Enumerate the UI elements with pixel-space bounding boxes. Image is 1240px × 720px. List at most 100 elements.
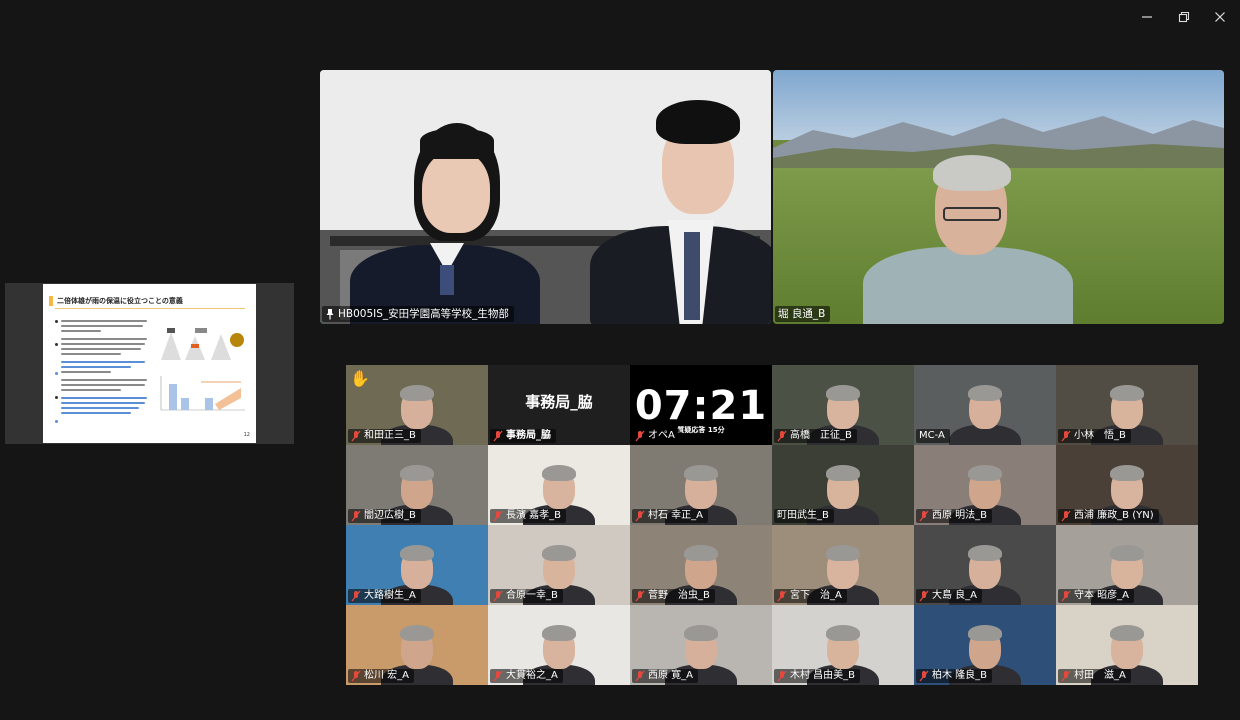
participant-tile[interactable]: 木村 昌由美_B [772,605,914,685]
bullet-dot [55,372,58,375]
participant-name-label: 宮下 治_A [774,589,847,603]
bullet-dot [55,343,58,346]
participant-name-label: 西原 寛_A [632,669,699,683]
participant-name-label: 大路樹生_A [348,589,421,603]
mic-muted-icon [777,590,787,602]
speaker-name-label: HB005IS_安田学園高等学校_生物部 [322,306,514,322]
participant-name-label: 松川 宏_A [348,669,415,683]
speaker-name: HB005IS_安田学園高等学校_生物部 [338,308,509,320]
participant-name-label: オペA [632,429,680,443]
mic-muted-icon [919,670,929,682]
video-tile-second-speaker[interactable]: 堀 良通_B [773,70,1224,324]
slide-page-number: 12 [243,432,250,438]
participant-name-label: 柏木 隆良_B [916,669,993,683]
participant-name: 守本 昭彦_A [1074,590,1130,601]
raised-hand-icon: ✋ [350,369,370,388]
participant-tile[interactable]: 守本 昭彦_A [1056,525,1198,605]
participant-tile[interactable]: 町田武生_B [772,445,914,525]
participant-name-label: 村田 滋_A [1058,669,1131,683]
minimize-button[interactable] [1135,6,1159,28]
participant-name: 高橋 正征_B [790,430,852,441]
bullet-dot [55,420,58,423]
participant-tile[interactable]: 宮下 治_A [772,525,914,605]
participant-tile[interactable]: 西原 寛_A [630,605,772,685]
close-icon [1215,12,1225,22]
participant-name: 長濱 嘉孝_B [506,510,562,521]
mic-muted-icon [635,510,645,522]
participant-name-label: 大貫裕之_A [490,669,563,683]
participant-name-label: 大島 良_A [916,589,983,603]
mic-muted-icon [1061,430,1071,442]
participant-name-label: 事務局_脇 [490,429,556,443]
mic-muted-icon [919,590,929,602]
participant-tile[interactable]: 高橋 正征_B [772,365,914,445]
participant-name-label: 西原 明法_B [916,509,993,523]
participant-name: 小林 悟_B [1074,430,1126,441]
participant-name-label: 守本 昭彦_A [1058,589,1135,603]
mic-muted-icon [493,430,503,442]
pin-icon [326,309,334,320]
participant-tile[interactable]: ✋ 和田正三_B [346,365,488,445]
mic-muted-icon [635,590,645,602]
participant-tile[interactable]: 合原一幸_B [488,525,630,605]
participant-name-label: 和田正三_B [348,429,421,443]
participant-name: 闇辺広樹_B [364,510,416,521]
participant-name-label: 闇辺広樹_B [348,509,421,523]
participant-name: 菅野 治虫_B [648,590,710,601]
close-button[interactable] [1208,6,1232,28]
participant-name-label: 長濱 嘉孝_B [490,509,567,523]
participant-name: 大島 良_A [932,590,978,601]
timer-display: 07:21 [634,383,768,429]
speaker-name-label: 堀 良通_B [775,306,831,322]
participant-tile[interactable]: 大貫裕之_A [488,605,630,685]
participant-tile[interactable]: 事務局_脇 事務局_脇 [488,365,630,445]
bullet-dot [55,320,58,323]
participant-name-label: 高橋 正征_B [774,429,857,443]
mic-muted-icon [1061,670,1071,682]
participant-name: 合原一幸_B [506,590,558,601]
restore-button[interactable] [1172,6,1196,28]
participant-name: 西原 明法_B [932,510,988,521]
participant-name-label: 合原一幸_B [490,589,563,603]
participant-tile[interactable]: 松川 宏_A [346,605,488,685]
participant-name-label: MC-A [916,429,950,443]
shared-screen-thumbnail[interactable]: 二倍体雄が雨の保温に役立つことの意義 12 [5,283,294,444]
participant-tile[interactable]: 村石 幸正_A [630,445,772,525]
participant-name-label: 菅野 治虫_B [632,589,715,603]
video-tile-active-speaker[interactable]: HB005IS_安田学園高等学校_生物部 [320,70,771,324]
participant-tile[interactable]: 小林 悟_B [1056,365,1198,445]
participant-tile[interactable]: 村田 滋_A [1056,605,1198,685]
participant-tile[interactable]: 西浦 廉政_B (YN) [1056,445,1198,525]
slide-bullets [55,320,151,423]
slide-divider [55,308,245,309]
participant-name: 柏木 隆良_B [932,670,988,681]
mic-muted-icon [493,670,503,682]
participant-tile[interactable]: 長濱 嘉孝_B [488,445,630,525]
participant-tile[interactable]: 菅野 治虫_B [630,525,772,605]
mic-muted-icon [635,670,645,682]
mic-muted-icon [493,510,503,522]
mic-muted-icon [777,430,787,442]
mic-muted-icon [919,510,929,522]
mic-muted-icon [493,590,503,602]
participant-tile[interactable]: MC-A [914,365,1056,445]
participant-name: 西浦 廉政_B (YN) [1074,510,1154,521]
participant-tile[interactable]: 大路樹生_A [346,525,488,605]
video-conference-window: 二倍体雄が雨の保温に役立つことの意義 12 HB005IS_安田学園高等学校_生… [0,0,1240,720]
mic-muted-icon [1061,510,1071,522]
bullet-dot [55,396,58,399]
participant-tile[interactable]: 07:21 質疑応答 15分 オペA [630,365,772,445]
mic-muted-icon [351,590,361,602]
mic-muted-icon [351,430,361,442]
participant-tile[interactable]: 大島 良_A [914,525,1056,605]
participant-name: 宮下 治_A [790,590,842,601]
participant-tile[interactable]: 柏木 隆良_B [914,605,1056,685]
namecard-text: 事務局_脇 [525,392,593,411]
participant-name: 村田 滋_A [1074,670,1126,681]
participant-name: 和田正三_B [364,430,416,441]
mic-muted-icon [777,670,787,682]
participant-name: 西原 寛_A [648,670,694,681]
participant-tile[interactable]: 西原 明法_B [914,445,1056,525]
mic-muted-icon [351,670,361,682]
participant-tile[interactable]: 闇辺広樹_B [346,445,488,525]
